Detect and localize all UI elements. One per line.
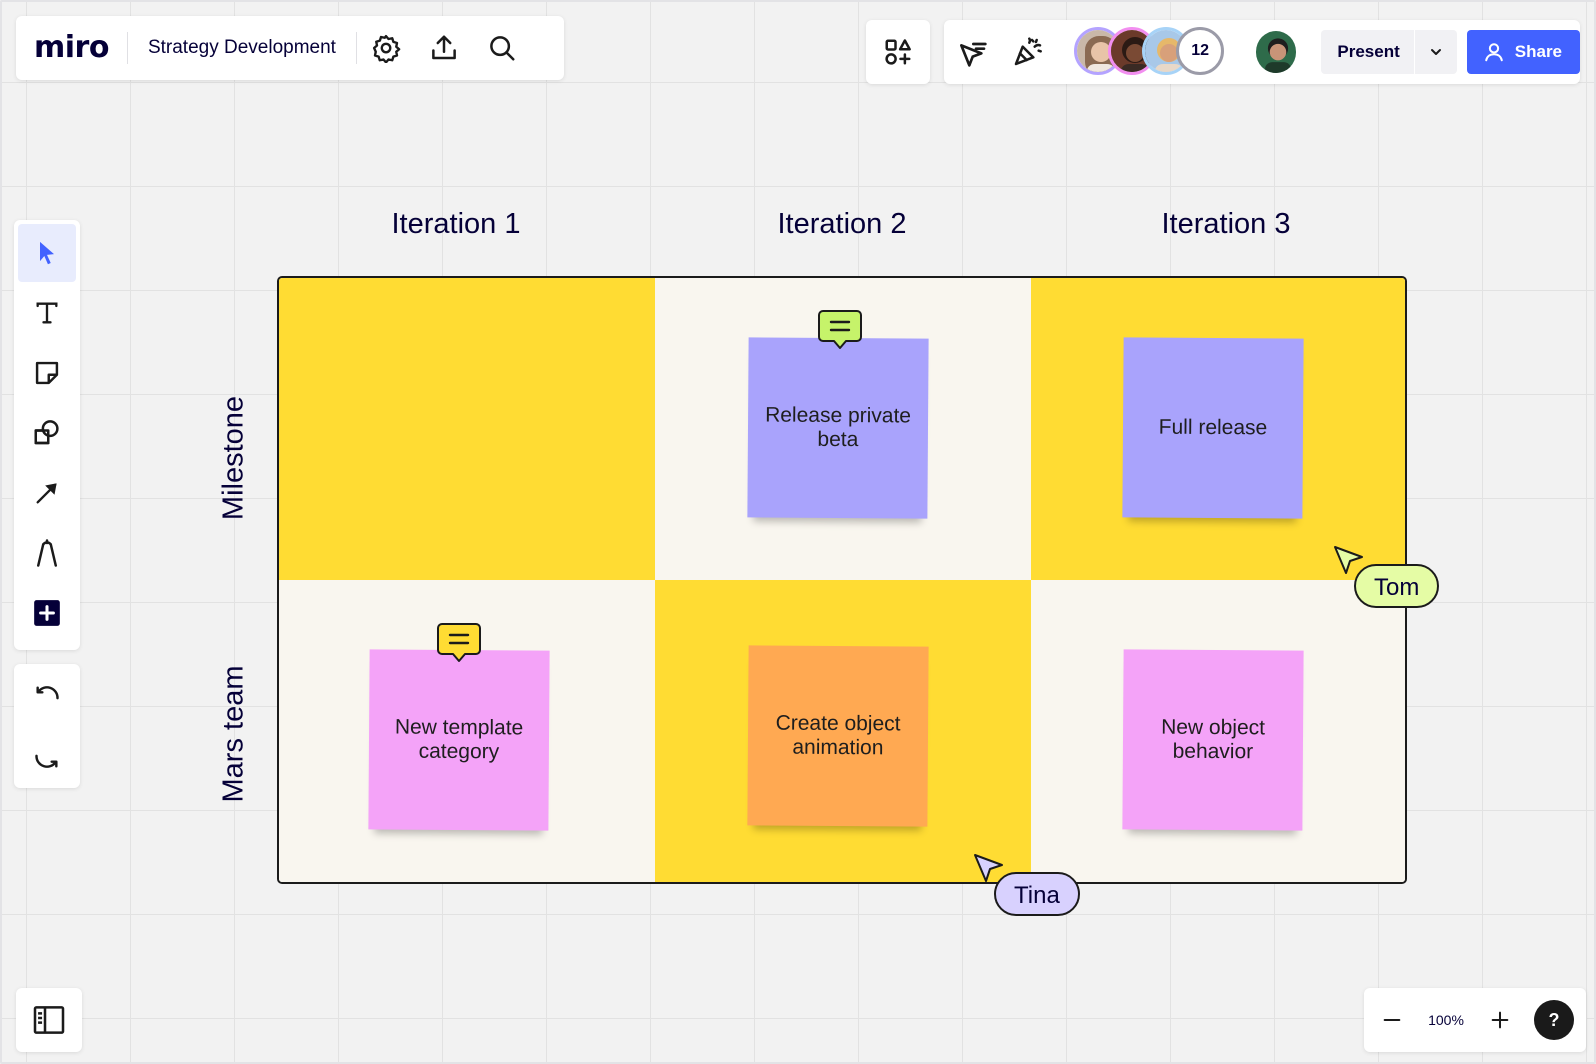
sticky-note-new-template-category[interactable]: New template category	[368, 649, 550, 831]
settings-button[interactable]	[357, 16, 415, 80]
cursor-label-tina: Tina	[994, 872, 1080, 916]
party-popper-icon	[1014, 37, 1043, 66]
column-header-iteration-2[interactable]: Iteration 2	[654, 208, 1030, 241]
plus-icon	[1491, 1011, 1509, 1029]
zoom-controls: 100% ?	[1364, 988, 1586, 1052]
zoom-level[interactable]: 100%	[1420, 1012, 1472, 1028]
user-icon	[1484, 43, 1503, 62]
cursor-lines-icon	[960, 42, 987, 67]
arrow-icon	[36, 483, 57, 504]
sticky-note-tool[interactable]	[18, 344, 76, 402]
pen-tool[interactable]	[18, 524, 76, 582]
text-tool[interactable]	[18, 284, 76, 342]
row-header-mars-team[interactable]: Mars team	[218, 666, 251, 803]
column-header-iteration-3[interactable]: Iteration 3	[1038, 208, 1414, 241]
search-button[interactable]	[473, 16, 531, 80]
shapes-tool[interactable]	[18, 404, 76, 462]
minus-icon	[1383, 1018, 1401, 1022]
gear-icon	[372, 34, 401, 63]
undo-icon	[36, 686, 59, 700]
collaboration-bar: 12 Present Share	[944, 20, 1581, 84]
comment-icon[interactable]	[817, 309, 863, 351]
export-button[interactable]	[415, 16, 473, 80]
connection-line-tool[interactable]	[18, 464, 76, 522]
reactions-button[interactable]	[1000, 20, 1056, 84]
sticky-note-icon	[35, 361, 59, 385]
sidebar-icon	[33, 1006, 65, 1034]
sticky-note-create-object-animation[interactable]: Create object animation	[747, 645, 929, 827]
text-icon	[36, 302, 58, 324]
creation-toolbar	[14, 220, 80, 650]
pen-icon	[37, 539, 57, 567]
apps-button[interactable]	[866, 20, 930, 84]
help-button[interactable]: ?	[1534, 1000, 1574, 1040]
comment-icon[interactable]	[436, 622, 482, 664]
miro-logo[interactable]: miro	[16, 16, 127, 80]
undo-button[interactable]	[18, 668, 76, 726]
zoom-in-button[interactable]	[1472, 988, 1528, 1052]
more-collaborators-count[interactable]: 12	[1176, 27, 1225, 75]
chevron-down-icon	[1430, 49, 1441, 55]
select-tool[interactable]	[18, 224, 76, 282]
sticky-note-new-object-behavior[interactable]: New object behavior	[1122, 649, 1304, 831]
shapes-icon	[34, 420, 59, 445]
toggle-sidebar-button[interactable]	[16, 988, 82, 1052]
board-canvas[interactable]: miro Strategy Development 12 Present Sha…	[0, 0, 1596, 1064]
history-toolbar	[14, 664, 80, 788]
cursor-label-tom: Tom	[1354, 564, 1440, 608]
share-button[interactable]: Share	[1466, 30, 1581, 74]
zoom-out-button[interactable]	[1364, 988, 1420, 1052]
column-header-iteration-1[interactable]: Iteration 1	[268, 208, 644, 241]
bring-everyone-button[interactable]	[944, 20, 1000, 84]
present-control: Present	[1321, 30, 1457, 74]
board-header-bar: miro Strategy Development	[16, 16, 564, 80]
more-tools-button[interactable]	[18, 584, 76, 642]
redo-button[interactable]	[18, 728, 76, 786]
search-icon	[490, 36, 515, 61]
upload-icon	[432, 35, 456, 60]
redo-icon	[35, 754, 58, 768]
pointer-icon	[40, 241, 54, 265]
row-header-milestone[interactable]: Milestone	[218, 396, 251, 520]
share-label: Share	[1514, 42, 1563, 61]
apps-icon	[885, 39, 911, 65]
plus-square-icon	[34, 600, 60, 626]
current-user-avatar[interactable]	[1252, 28, 1300, 76]
matrix-cell[interactable]	[279, 278, 655, 580]
sticky-note-release-private-beta[interactable]: Release private beta	[747, 337, 929, 519]
board-title[interactable]: Strategy Development	[128, 37, 356, 59]
present-options-button[interactable]	[1415, 30, 1457, 74]
collaborator-avatars[interactable]: 12	[1074, 27, 1233, 77]
present-button[interactable]: Present	[1321, 30, 1413, 74]
sticky-note-full-release[interactable]: Full release	[1122, 337, 1304, 519]
avatar-portrait-icon	[1255, 31, 1297, 73]
